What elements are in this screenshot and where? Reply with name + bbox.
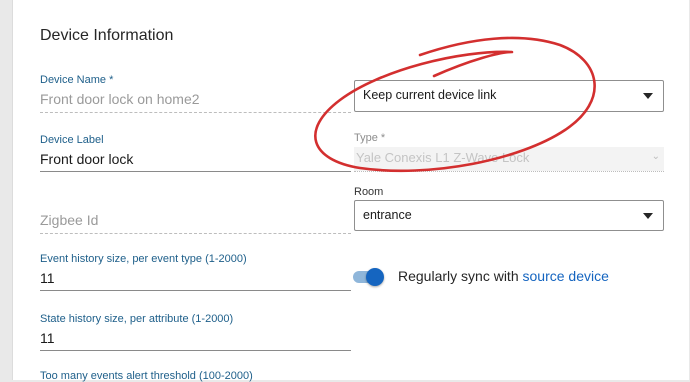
too-many-events-label: Too many events alert threshold (100-200… [40, 370, 253, 382]
type-label: Type * [354, 132, 386, 144]
source-device-link[interactable]: source device [523, 268, 609, 284]
sync-toggle[interactable] [366, 268, 384, 286]
room-label: Room [354, 186, 384, 198]
device-name-field: Front door lock on home2 [40, 91, 200, 107]
device-label-label: Device Label [40, 134, 104, 146]
device-info-card: Device Information Device Name * Front d… [12, 0, 689, 382]
state-history-input[interactable]: 11 [40, 330, 55, 346]
event-history-input[interactable]: 11 [40, 270, 55, 286]
device-label-underline [40, 171, 351, 172]
chevron-down-icon [643, 93, 653, 99]
type-underline [354, 171, 664, 172]
device-label-field[interactable]: Front door lock [40, 151, 133, 167]
state-history-label: State history size, per attribute (1-200… [40, 313, 234, 325]
type-select: Yale Conexis L1 Z-Wave Lock ⌄ [354, 147, 664, 171]
chevron-down-icon [643, 213, 653, 219]
event-history-underline [40, 290, 351, 291]
device-link-value: Keep current device link [363, 88, 497, 102]
device-link-select[interactable]: Keep current device link [354, 80, 664, 112]
type-value: Yale Conexis L1 Z-Wave Lock [356, 150, 530, 165]
chevron-down-icon: ⌄ [651, 151, 660, 162]
room-select[interactable]: entrance [354, 200, 664, 231]
zigbee-id-field: Zigbee Id [40, 212, 99, 228]
zigbee-id-underline [40, 233, 351, 234]
room-value: entrance [363, 208, 412, 222]
device-name-underline [40, 112, 351, 113]
state-history-underline [40, 350, 351, 351]
event-history-label: Event history size, per event type (1-20… [40, 253, 247, 265]
sync-label: Regularly sync with source device [398, 268, 609, 284]
sync-text: Regularly sync with [398, 268, 523, 284]
device-name-label: Device Name * [40, 74, 114, 86]
section-title: Device Information [40, 27, 174, 44]
